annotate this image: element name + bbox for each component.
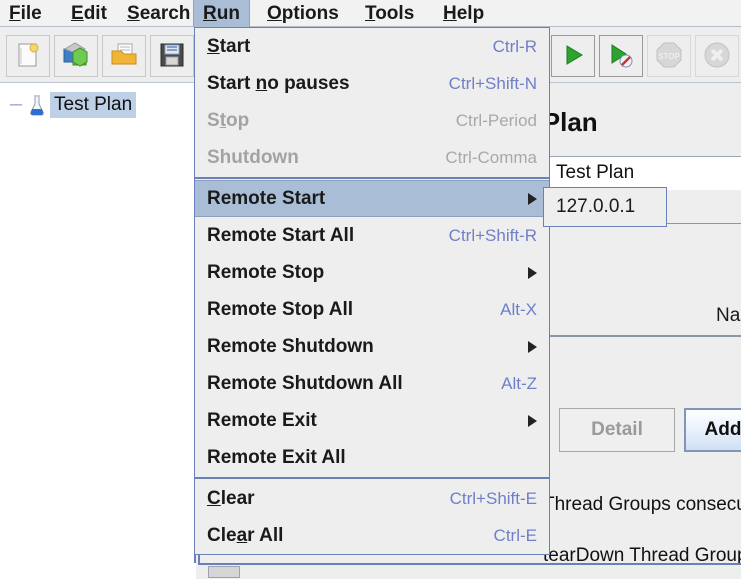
run-menu-item-remote-start-all[interactable]: Remote Start All Ctrl+Shift-R bbox=[195, 217, 549, 254]
run-menu-popup: Start Ctrl-R Start no pauses Ctrl+Shift-N St… bbox=[194, 27, 550, 555]
menubar-item-tools[interactable]: Tools bbox=[356, 0, 423, 27]
user-variables-name-label: Name: bbox=[716, 305, 741, 326]
run-thread-groups-consecutively-checkbox-label[interactable]: Thread Groups consecutively bbox=[543, 494, 741, 516]
name-input[interactable]: Test Plan bbox=[546, 156, 741, 190]
open-button[interactable] bbox=[102, 35, 146, 77]
menubar-item-help[interactable]: Help bbox=[434, 0, 493, 27]
run-menu-item-remote-stop-all[interactable]: Remote Stop All Alt-X bbox=[195, 291, 549, 328]
menu-item-label: Remote Start bbox=[207, 187, 326, 209]
run-menu-item-clear[interactable]: Clear Ctrl+Shift-E bbox=[195, 480, 549, 517]
detail-button: Detail bbox=[559, 408, 675, 452]
templates-icon bbox=[55, 40, 97, 70]
start-button[interactable] bbox=[551, 35, 595, 77]
test-plan-tree-panel: ─ Test Plan bbox=[0, 83, 196, 571]
menu-item-label: Remote Exit bbox=[207, 409, 317, 431]
remote-start-submenu-popup: 127.0.0.1 bbox=[543, 187, 667, 227]
horizontal-scrollbar-thumb[interactable] bbox=[208, 566, 240, 578]
comments-field[interactable] bbox=[546, 223, 741, 267]
menubar-item-file[interactable]: File bbox=[0, 0, 51, 27]
remote-host-label: 127.0.0.1 bbox=[556, 196, 636, 217]
menu-item-label: Shutdown bbox=[207, 146, 299, 168]
remote-host-menu-item[interactable]: 127.0.0.1 bbox=[544, 188, 666, 226]
menu-item-label: Remote Start All bbox=[207, 224, 355, 246]
save-button[interactable] bbox=[150, 35, 194, 77]
menubar-item-label: Help bbox=[443, 3, 485, 24]
menubar-item-run[interactable]: Run bbox=[193, 0, 250, 27]
menu-item-label: Remote Stop All bbox=[207, 298, 354, 320]
run-menu-item-remote-shutdown[interactable]: Remote Shutdown bbox=[195, 328, 549, 365]
menu-item-shortcut: Ctrl-Period bbox=[455, 110, 537, 130]
submenu-arrow-icon bbox=[528, 340, 537, 353]
menubar-item-label: Tools bbox=[365, 3, 415, 24]
horizontal-scrollbar[interactable] bbox=[198, 563, 741, 579]
run-menu-item-shutdown: Shutdown Ctrl-Comma bbox=[195, 139, 549, 176]
menu-item-shortcut: Ctrl-E bbox=[493, 525, 537, 545]
menu-separator bbox=[195, 477, 549, 479]
open-folder-icon bbox=[103, 40, 145, 70]
menubar-item-label: Search bbox=[127, 3, 191, 24]
menubar-item-label: Run bbox=[203, 3, 240, 24]
svg-text:STOP: STOP bbox=[658, 52, 680, 61]
jmeter-window: File Edit Search Run Options Tools Help bbox=[0, 0, 741, 579]
menu-item-shortcut: Alt-X bbox=[500, 299, 537, 319]
menubar-item-options[interactable]: Options bbox=[258, 0, 348, 27]
menu-item-label: Clear bbox=[207, 487, 255, 509]
floppy-disk-icon bbox=[151, 40, 193, 70]
run-menu-item-start[interactable]: Start Ctrl-R bbox=[195, 28, 549, 65]
tree-expander-icon[interactable]: ─ bbox=[8, 92, 24, 118]
menubar-item-search[interactable]: Search bbox=[118, 0, 199, 27]
play-no-pauses-icon bbox=[600, 40, 642, 70]
run-menu-item-remote-shutdown-all[interactable]: Remote Shutdown All Alt-Z bbox=[195, 365, 549, 402]
templates-button[interactable] bbox=[54, 35, 98, 77]
menu-item-label: Start bbox=[207, 35, 251, 57]
menu-item-label: Start no pauses bbox=[207, 72, 350, 94]
run-menu-item-stop: Stop Ctrl-Period bbox=[195, 102, 549, 139]
menu-item-label: Remote Shutdown bbox=[207, 335, 374, 357]
shutdown-button bbox=[695, 35, 739, 77]
menu-item-shortcut: Ctrl+Shift-E bbox=[449, 488, 537, 508]
name-input-value: Test Plan bbox=[556, 162, 635, 183]
menu-item-shortcut: Ctrl+Shift-R bbox=[448, 225, 537, 245]
menu-item-label: Stop bbox=[207, 109, 250, 131]
menu-item-shortcut: Ctrl-Comma bbox=[445, 147, 537, 167]
menu-item-label: Remote Shutdown All bbox=[207, 372, 403, 394]
tree-node-test-plan[interactable]: ─ Test Plan bbox=[8, 92, 137, 118]
menubar-item-label: Options bbox=[267, 3, 339, 24]
add-button[interactable]: Add bbox=[684, 408, 741, 452]
run-menu-item-start-no-pauses[interactable]: Start no pauses Ctrl+Shift-N bbox=[195, 65, 549, 102]
run-menu-item-remote-stop[interactable]: Remote Stop bbox=[195, 254, 549, 291]
new-document-icon bbox=[7, 40, 49, 70]
user-variables-table[interactable] bbox=[546, 337, 741, 389]
stop-button: STOP bbox=[647, 35, 691, 77]
menu-item-label: Remote Stop bbox=[207, 261, 325, 283]
run-menu-item-clear-all[interactable]: Clear All Ctrl-E bbox=[195, 517, 549, 554]
submenu-arrow-icon bbox=[528, 192, 537, 205]
menubar-item-label: File bbox=[9, 3, 42, 24]
submenu-arrow-icon bbox=[528, 414, 537, 427]
menubar-item-label: Edit bbox=[71, 3, 107, 24]
submenu-arrow-icon bbox=[528, 266, 537, 279]
tree-node-label: Test Plan bbox=[50, 92, 137, 118]
menu-item-shortcut: Ctrl-R bbox=[492, 36, 537, 56]
run-menu-item-remote-exit[interactable]: Remote Exit bbox=[195, 402, 549, 439]
new-test-plan-button[interactable] bbox=[6, 35, 50, 77]
tree-panel-footer bbox=[0, 563, 196, 579]
stop-sign-icon: STOP bbox=[648, 40, 690, 70]
menu-separator bbox=[195, 177, 549, 179]
menu-item-label: Remote Exit All bbox=[207, 446, 346, 468]
menubar-item-edit[interactable]: Edit bbox=[62, 0, 116, 27]
shutdown-x-icon bbox=[696, 40, 738, 70]
menu-item-shortcut: Alt-Z bbox=[501, 373, 537, 393]
menu-item-label: Clear All bbox=[207, 524, 284, 546]
play-icon bbox=[552, 40, 594, 70]
menu-item-shortcut: Ctrl+Shift-N bbox=[448, 73, 537, 93]
test-plan-beaker-icon bbox=[24, 92, 50, 118]
menu-bar: File Edit Search Run Options Tools Help bbox=[0, 0, 741, 27]
run-menu-item-remote-exit-all[interactable]: Remote Exit All bbox=[195, 439, 549, 476]
run-menu-item-remote-start[interactable]: Remote Start bbox=[195, 180, 549, 217]
start-no-pauses-button[interactable] bbox=[599, 35, 643, 77]
